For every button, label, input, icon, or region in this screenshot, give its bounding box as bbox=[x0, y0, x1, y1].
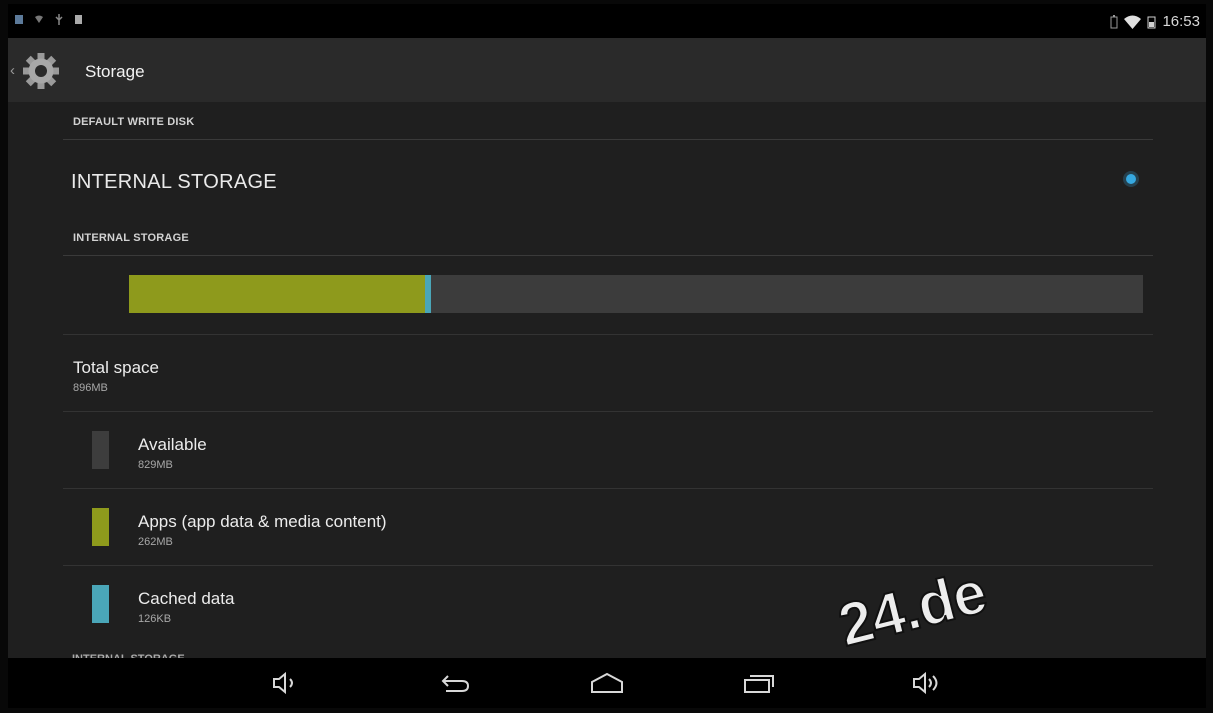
recents-icon[interactable] bbox=[742, 670, 776, 696]
volume-down-icon[interactable] bbox=[268, 670, 302, 696]
total-space-label: Total space bbox=[73, 358, 159, 377]
storage-settings-list: DEFAULT WRITE DISK INTERNAL STORAGE INTE… bbox=[63, 102, 1153, 642]
apps-value: 262MB bbox=[138, 536, 173, 548]
page-title: Storage bbox=[85, 62, 145, 81]
available-value: 829MB bbox=[138, 459, 173, 471]
apps-color-swatch bbox=[92, 508, 109, 546]
cached-data-value: 126KB bbox=[138, 613, 172, 625]
system-status: 16:53 bbox=[1110, 13, 1200, 30]
sd-card-icon bbox=[75, 15, 82, 24]
list-item-cached-data[interactable]: Cached data 126KB bbox=[63, 566, 1153, 642]
action-bar: ‹ Storage bbox=[8, 38, 1206, 102]
volume-up-icon[interactable] bbox=[910, 670, 944, 696]
storage-usage-row bbox=[63, 256, 1153, 335]
battery-icon bbox=[1110, 14, 1118, 28]
list-item-apps[interactable]: Apps (app data & media content) 262MB bbox=[63, 489, 1153, 566]
usb-icon bbox=[55, 14, 63, 25]
list-item-available[interactable]: Available 829MB bbox=[63, 412, 1153, 489]
screenshot-icon bbox=[15, 15, 23, 24]
status-bar: 16:53 bbox=[8, 4, 1206, 38]
usage-bar-apps-segment bbox=[129, 275, 426, 313]
total-space-row: Total space 896MB bbox=[63, 335, 1153, 412]
notification-icons bbox=[14, 14, 84, 25]
total-space-value: 896MB bbox=[73, 382, 108, 394]
apps-label: Apps (app data & media content) bbox=[138, 512, 387, 531]
available-color-swatch bbox=[92, 431, 109, 469]
section-header-internal-storage: INTERNAL STORAGE bbox=[63, 218, 1153, 256]
available-label: Available bbox=[138, 435, 207, 454]
back-icon[interactable] bbox=[438, 670, 472, 696]
section-header-default-write-disk: DEFAULT WRITE DISK bbox=[63, 102, 1153, 140]
radio-selected-icon[interactable] bbox=[1126, 174, 1136, 184]
battery-level-icon bbox=[1147, 16, 1156, 28]
wifi-signal-icon bbox=[1124, 15, 1142, 29]
usage-bar-cache-segment bbox=[425, 275, 432, 313]
android-screen: 16:53 ‹ Storage DEFAULT WRITE DISK INTER… bbox=[8, 4, 1206, 708]
clock: 16:53 bbox=[1162, 13, 1200, 30]
cached-data-label: Cached data bbox=[138, 589, 235, 608]
navigation-bar bbox=[8, 658, 1206, 708]
up-chevron-icon[interactable]: ‹ bbox=[10, 62, 15, 79]
storage-usage-bar bbox=[129, 275, 1143, 313]
cached-data-color-swatch bbox=[92, 585, 109, 623]
default-disk-option-internal[interactable]: INTERNAL STORAGE bbox=[63, 140, 1153, 218]
option-label: INTERNAL STORAGE bbox=[71, 171, 277, 193]
home-icon[interactable] bbox=[590, 670, 624, 696]
gear-icon[interactable] bbox=[22, 52, 60, 90]
wifi-icon bbox=[35, 15, 43, 23]
